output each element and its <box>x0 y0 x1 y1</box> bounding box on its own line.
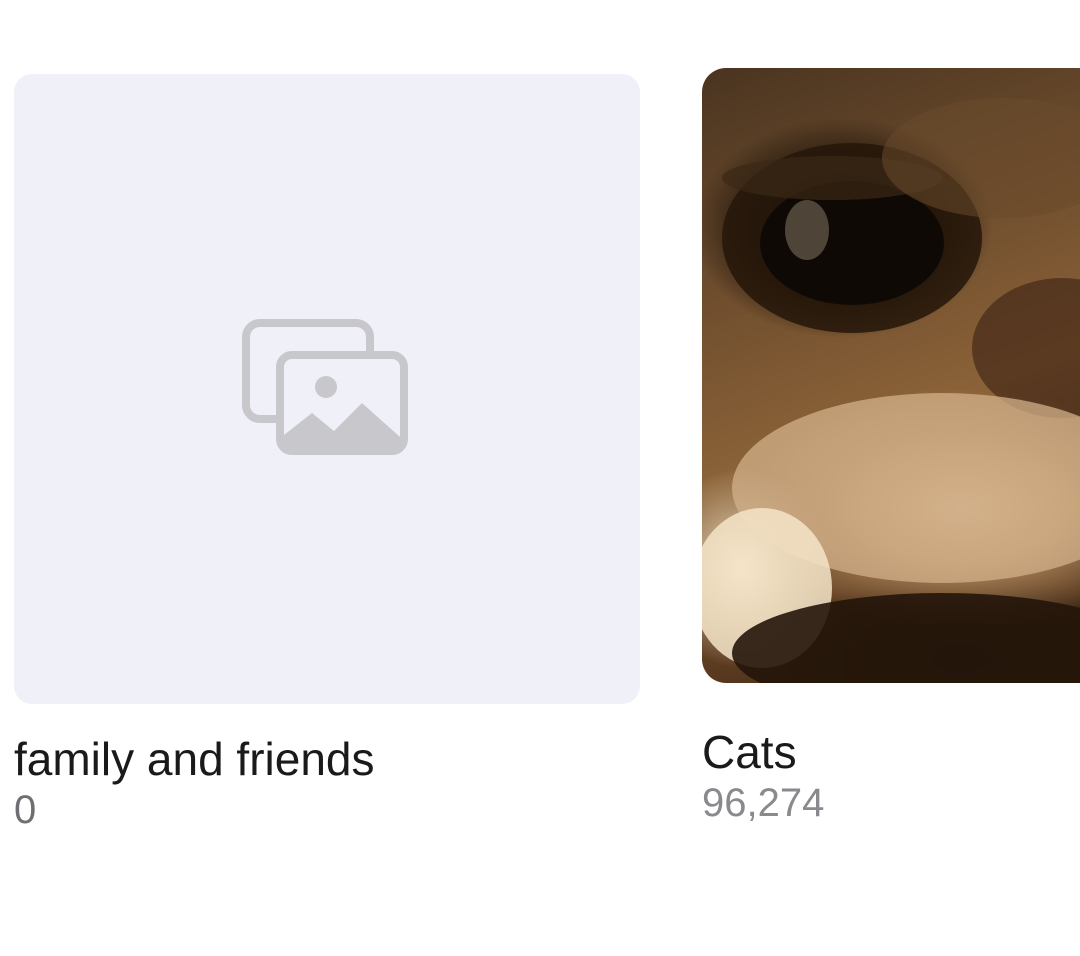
album-photo-count: 96,274 <box>702 781 825 825</box>
album-photo-count: 0 <box>14 788 37 832</box>
album-family-and-friends[interactable]: family and friends 0 <box>14 74 640 834</box>
album-title: Cats <box>702 726 797 778</box>
album-cover-placeholder[interactable] <box>14 74 640 704</box>
photo-stack-icon <box>242 319 408 455</box>
album-title: family and friends <box>14 733 375 785</box>
album-cover-photo[interactable] <box>702 68 1080 683</box>
cat-photo-image <box>702 98 1080 683</box>
album-cats[interactable]: Cats 96,274 <box>702 68 1080 827</box>
